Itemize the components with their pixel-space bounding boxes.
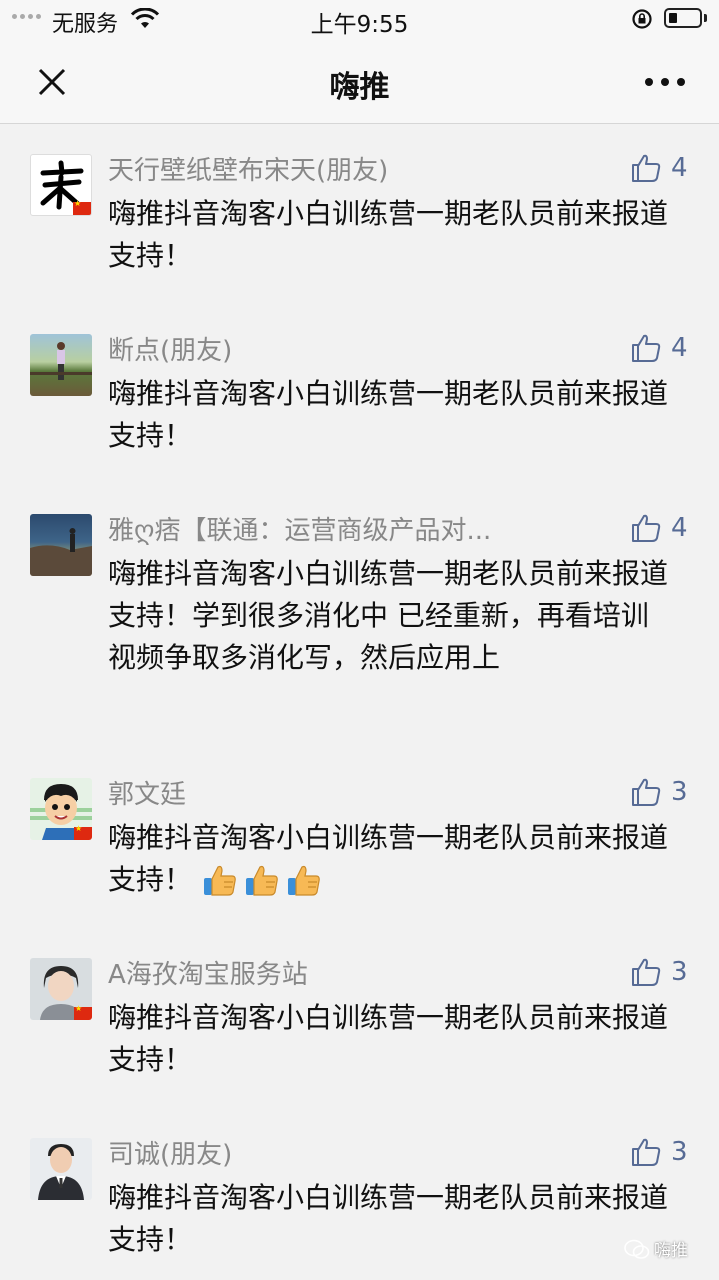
thumbs-up-icon (632, 334, 661, 362)
like-count: 4 (671, 513, 688, 543)
comment-text: 嗨推抖音淘客小白训练营一期老队员前来报道支持！学到很多消化中 已经重新，再看培训… (108, 557, 669, 674)
comment-item: 断点(朋友) 嗨推抖音淘客小白训练营一期老队员前来报道支持！ 4 (0, 304, 719, 484)
comment-text: 嗨推抖音淘客小白训练营一期老队员前来报道支持！ (108, 377, 669, 452)
portrait-woman-avatar[interactable] (30, 958, 92, 1020)
comment-nickname[interactable]: 郭文廷 (108, 774, 568, 811)
comment-nickname[interactable]: 司诚(朋友) (108, 1134, 568, 1171)
like-button[interactable]: 3 (630, 1136, 688, 1168)
like-button[interactable]: 3 (630, 956, 688, 988)
comment-text: 嗨推抖音淘客小白训练营一期老队员前来报道支持！ (108, 197, 669, 272)
thumbs-up-icon (632, 154, 661, 182)
like-count: 3 (671, 957, 688, 987)
watermark: 嗨推 (624, 1236, 688, 1261)
like-button[interactable]: 4 (630, 512, 688, 544)
comment-item: 司诚(朋友) 嗨推抖音淘客小白训练营一期老队员前来报道支持！ 3 (0, 1108, 719, 1280)
thumbs-emoji-group (202, 863, 322, 899)
wechat-icon (624, 1239, 650, 1259)
battery-level (669, 13, 677, 23)
portrait-man (38, 1144, 84, 1200)
like-count: 3 (671, 1137, 688, 1167)
thumbs-up-emoji (246, 865, 278, 896)
comment-item: 雅ღ痞【联通：运营商级产品对... 嗨推抖音淘客小白训练营一期老队员前来报道支持… (0, 484, 719, 748)
comment-nickname[interactable]: A海孜淘宝服务站 (108, 954, 568, 991)
seaside-avatar[interactable] (30, 514, 92, 576)
comment-text: 嗨推抖音淘客小白训练营一期老队员前来报道支持！ (108, 1181, 669, 1256)
thumbs-up-emoji (204, 865, 236, 896)
thumbs-up-icon (632, 514, 661, 542)
comment-text-content: 嗨推抖音淘客小白训练营一期老队员前来报道支持！ (108, 821, 669, 896)
person-figure (30, 342, 92, 380)
more-icon[interactable] (640, 70, 690, 94)
portrait-man-avatar[interactable] (30, 1138, 92, 1200)
status-bar: 无服务 上午9:55 (0, 0, 719, 40)
cartoon-boy-avatar[interactable] (30, 778, 92, 840)
thumbs-up-emoji (288, 865, 320, 896)
like-count: 4 (671, 153, 688, 183)
flag-icon (74, 824, 92, 840)
thumbs-up-icon (632, 778, 661, 806)
comment-nickname[interactable]: 雅ღ痞【联通：运营商级产品对... (108, 510, 568, 547)
comment-nickname[interactable]: 断点(朋友) (108, 330, 568, 367)
seaside-scene (30, 528, 92, 576)
flag-icon (74, 1004, 92, 1020)
like-count: 4 (671, 333, 688, 363)
like-count: 3 (671, 777, 688, 807)
comment-item: 天行壁纸壁布宋天(朋友) 嗨推抖音淘客小白训练营一期老队员前来报道支持！ 4 (0, 124, 719, 304)
thumbs-up-icon (632, 958, 661, 986)
thumbs-up-icon (632, 1138, 661, 1166)
comment-nickname[interactable]: 天行壁纸壁布宋天(朋友) (108, 150, 568, 187)
battery-tip (704, 14, 707, 22)
comment-text: 嗨推抖音淘客小白训练营一期老队员前来报道支持！ (108, 1001, 669, 1076)
like-button[interactable]: 4 (630, 332, 688, 364)
status-time: 上午9:55 (310, 12, 409, 38)
page-title: 嗨推 (329, 70, 390, 105)
flag-icon (73, 199, 91, 215)
like-button[interactable]: 3 (630, 776, 688, 808)
person-outdoor-avatar[interactable] (30, 334, 92, 396)
comment-item: 郭文廷 嗨推抖音淘客小白训练营一期老队员前来报道支持！ 3 (0, 748, 719, 928)
comment-text: 嗨推抖音淘客小白训练营一期老队员前来报道支持！ (108, 817, 668, 901)
comment-item: A海孜淘宝服务站 嗨推抖音淘客小白训练营一期老队员前来报道支持！ 3 (0, 928, 719, 1108)
song-calligraphy-avatar[interactable] (30, 154, 92, 216)
watermark-label: 嗨推 (654, 1241, 688, 1261)
rotation-lock-icon (632, 9, 652, 29)
like-button[interactable]: 4 (630, 152, 688, 184)
nav-bar: 嗨推 (0, 40, 719, 124)
battery-icon (664, 8, 702, 28)
